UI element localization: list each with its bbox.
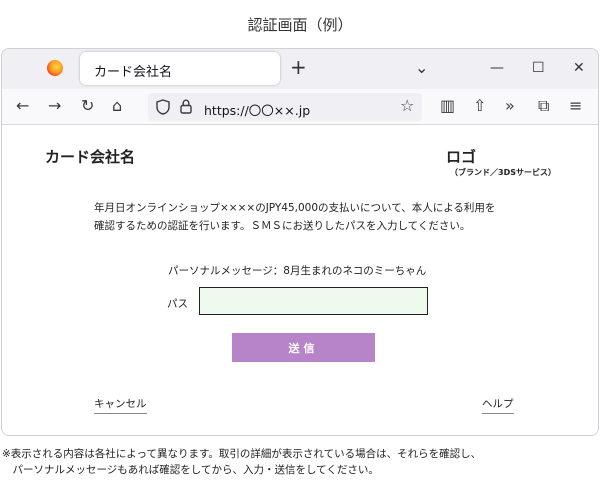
- menu-icon[interactable]: ≡: [569, 97, 582, 115]
- extensions-icon[interactable]: ⧉: [538, 97, 549, 115]
- company-name: カード会社名: [45, 148, 136, 166]
- firefox-logo-icon: [47, 60, 63, 76]
- pass-input[interactable]: [199, 287, 428, 315]
- sidebar-icon[interactable]: ▥: [440, 97, 455, 115]
- pass-label: パス: [167, 298, 188, 310]
- url-text[interactable]: https://〇〇××.jp: [204, 100, 310, 119]
- shield-icon[interactable]: [156, 99, 170, 115]
- tab-active[interactable]: カード会社名: [80, 52, 280, 85]
- footnote-line-2: パーソナルメッセージもあれば確認をしてから、入力・送信をしてください。: [2, 464, 379, 476]
- navigation-toolbar: ← → ↻ ⌂ https://〇〇××.jp ☆ ▥ ⇧ » ⧉ ≡: [2, 89, 598, 125]
- brand-logo-subtitle: （ブランド／3DSサービス）: [450, 168, 556, 177]
- close-icon[interactable]: ✕: [573, 60, 585, 76]
- lock-icon[interactable]: [180, 99, 192, 114]
- payment-description: 年月日オンラインショップ××××のJPY45,000の支払いについて、本人による…: [94, 199, 534, 235]
- address-bar[interactable]: https://〇〇××.jp: [148, 93, 422, 121]
- description-line-1: 年月日オンラインショップ××××のJPY45,000の支払いについて、本人による…: [94, 202, 496, 214]
- caption-title: 認証画面（例）: [247, 16, 353, 34]
- brand-logo: ロゴ: [446, 148, 477, 166]
- footnote-line-1: ※表示される内容は各社によって異なります。取引の詳細が表示されている場合は、それ…: [2, 448, 482, 460]
- submit-button[interactable]: 送信: [232, 333, 375, 362]
- maximize-icon[interactable]: ☐: [532, 60, 545, 76]
- pocket-icon[interactable]: ⇧: [473, 97, 486, 115]
- chevron-down-icon[interactable]: ⌄: [415, 60, 428, 76]
- browser-window: カード会社名 + ⌄ — ☐ ✕ ← → ↻ ⌂ https://〇〇××.jp…: [1, 48, 599, 436]
- tab-bar: カード会社名 + ⌄ — ☐ ✕: [2, 49, 598, 89]
- footnote: ※表示される内容は各社によって異なります。取引の詳細が表示されている場合は、それ…: [2, 446, 598, 478]
- help-link[interactable]: ヘルプ: [482, 396, 514, 414]
- home-icon[interactable]: ⌂: [112, 97, 122, 115]
- description-line-2: 確認するための認証を行います。ＳＭＳにお送りしたパスを入力してください。: [94, 220, 471, 232]
- cancel-link[interactable]: キャンセル: [94, 396, 147, 414]
- new-tab-button[interactable]: +: [290, 57, 307, 77]
- back-icon[interactable]: ←: [16, 97, 29, 115]
- authentication-page: カード会社名 ロゴ （ブランド／3DSサービス） 年月日オンラインショップ×××…: [2, 126, 598, 435]
- reload-icon[interactable]: ↻: [81, 97, 94, 115]
- personal-message: パーソナルメッセージ：8月生まれのネコのミーちゃん: [168, 265, 427, 277]
- more-tools-icon[interactable]: »: [505, 97, 515, 115]
- tab-title: カード会社名: [94, 65, 173, 80]
- bookmark-star-icon[interactable]: ☆: [400, 97, 414, 115]
- minimize-icon[interactable]: —: [490, 60, 504, 76]
- forward-icon[interactable]: →: [48, 97, 61, 115]
